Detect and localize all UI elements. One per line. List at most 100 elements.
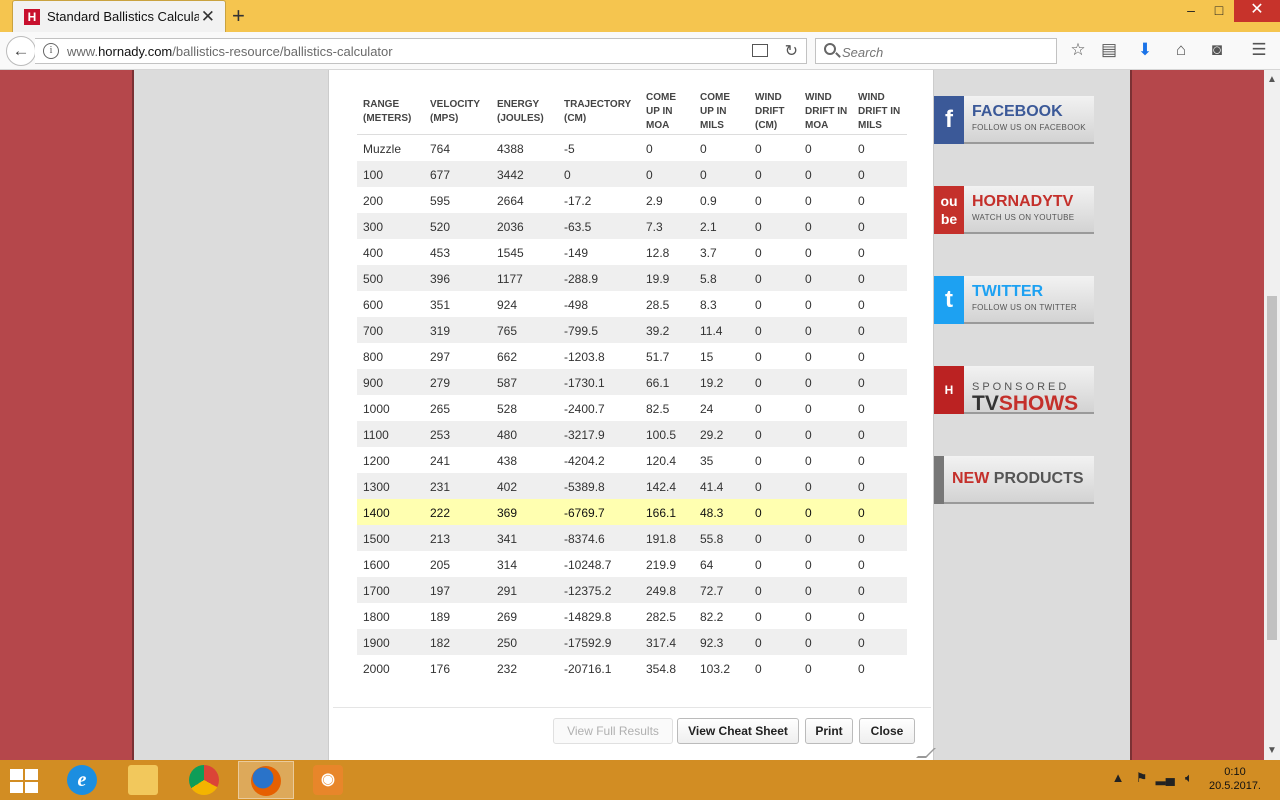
volume-icon[interactable]: 🔈︎	[1179, 770, 1199, 786]
youtube-icon: ou be	[934, 186, 964, 234]
table-cell: 354.8	[646, 662, 677, 676]
system-clock[interactable]: 0:10 20.5.2017.	[1202, 765, 1268, 793]
start-button[interactable]	[10, 769, 40, 793]
table-cell: 0	[805, 480, 812, 494]
new-products-icon	[934, 456, 944, 504]
column-header: WIND DRIFT IN MILS	[858, 91, 900, 133]
table-cell: 166.1	[646, 506, 677, 520]
table-row: 1500 213 341 -8374.6 191.8 55.8 0 0 0	[357, 525, 907, 551]
table-cell: 528	[497, 402, 518, 416]
table-cell: 1300	[363, 480, 390, 494]
back-button[interactable]: ←	[6, 36, 36, 66]
new-tab-button[interactable]: +	[232, 3, 245, 29]
taskbar-internet-explorer[interactable]: e	[54, 761, 110, 799]
close-window-button[interactable]: ✕	[1234, 0, 1280, 22]
maximize-button[interactable]: □	[1206, 0, 1232, 22]
table-cell: 0.9	[700, 194, 717, 208]
column-header-line: UP IN	[646, 106, 673, 117]
home-icon[interactable]: ⌂	[1170, 39, 1192, 61]
taskbar-chrome[interactable]	[176, 761, 232, 799]
action-center-flag-icon[interactable]: ⚑	[1132, 770, 1152, 786]
youtube-banner[interactable]: ou be HORNADYTV WATCH US ON YOUTUBE	[934, 186, 1094, 234]
table-row: 100 677 3442 0 0 0 0 0 0	[357, 161, 907, 187]
table-cell: 0	[805, 324, 812, 338]
table-cell: 0	[805, 454, 812, 468]
view-cheat-sheet-button[interactable]: View Cheat Sheet	[677, 718, 799, 744]
close-button[interactable]: Close	[859, 718, 915, 744]
view-full-results-button[interactable]: View Full Results	[553, 718, 673, 744]
scroll-thumb[interactable]	[1267, 296, 1277, 640]
table-cell: 2664	[497, 194, 524, 208]
twitter-banner[interactable]: t TWITTER FOLLOW US ON TWITTER	[934, 276, 1094, 324]
table-cell: 24	[700, 402, 714, 416]
show-hidden-icons-icon[interactable]: ▲	[1108, 770, 1128, 785]
reload-icon[interactable]: ↻	[785, 41, 798, 61]
table-cell: 677	[430, 168, 451, 182]
table-row: 600 351 924 -498 28.5 8.3 0 0 0	[357, 291, 907, 317]
pocket-icon[interactable]: ◙	[1206, 39, 1228, 61]
column-header: COME UP IN MOA	[646, 91, 676, 133]
column-header: TRAJECTORY (CM)	[564, 98, 631, 126]
table-cell: 0	[755, 454, 762, 468]
column-header-line: (CM)	[755, 120, 778, 131]
table-cell: 0	[755, 532, 762, 546]
url-bar[interactable]: i www.hornady.com/ballistics-resource/ba…	[35, 38, 807, 64]
column-header: WIND DRIFT (CM)	[755, 91, 784, 133]
bookmark-star-icon[interactable]: ☆	[1067, 39, 1089, 61]
taskbar-image-viewer[interactable]: ◉	[300, 761, 356, 799]
system-tray: ▲ ⚑ ▂▄ 🔈︎	[1108, 770, 1199, 790]
search-bar[interactable]	[815, 38, 1057, 64]
column-header: WIND DRIFT IN MOA	[805, 91, 847, 133]
download-icon[interactable]: ⬇	[1134, 39, 1156, 61]
table-cell: 92.3	[700, 636, 724, 650]
table-cell: 100.5	[646, 428, 677, 442]
table-cell: 0	[564, 168, 571, 182]
table-row: 900 279 587 -1730.1 66.1 19.2 0 0 0	[357, 369, 907, 395]
browser-tab[interactable]: H Standard Ballistics Calculato ✕	[12, 0, 226, 32]
taskbar-file-explorer[interactable]	[115, 761, 171, 799]
taskbar-firefox[interactable]	[238, 761, 294, 799]
table-cell: 0	[858, 194, 865, 208]
table-cell: 11.4	[700, 324, 723, 338]
browser-navbar: ← i www.hornady.com/ballistics-resource/…	[0, 32, 1280, 70]
table-cell: 438	[497, 454, 518, 468]
table-row: 700 319 765 -799.5 39.2 11.4 0 0 0	[357, 317, 907, 343]
new-products-banner[interactable]: NEW PRODUCTS	[934, 456, 1094, 504]
minimize-button[interactable]: –	[1178, 0, 1204, 22]
tv-shows-banner[interactable]: H SPONSORED TVSHOWS	[934, 366, 1094, 415]
search-input[interactable]	[842, 43, 1042, 61]
table-cell: 0	[858, 350, 865, 364]
tab-close-icon[interactable]: ✕	[201, 7, 215, 27]
twitter-icon: t	[934, 276, 964, 324]
tab-title: Standard Ballistics Calculato	[47, 9, 199, 24]
table-cell: 1600	[363, 558, 390, 572]
scroll-down-icon[interactable]: ▼	[1267, 745, 1277, 756]
table-cell: 72.7	[700, 584, 724, 598]
table-cell: 197	[430, 584, 451, 598]
column-header-line: WIND	[755, 92, 782, 103]
table-cell: 120.4	[646, 454, 677, 468]
column-header-line: WIND	[805, 92, 832, 103]
reader-view-icon[interactable]	[752, 44, 768, 57]
scroll-up-icon[interactable]: ▲	[1267, 74, 1277, 85]
column-header-line: COME	[646, 92, 676, 103]
table-cell: 0	[858, 272, 865, 286]
facebook-banner[interactable]: f FACEBOOK FOLLOW US ON FACEBOOK	[934, 96, 1094, 144]
page-scrollbar[interactable]: ▲ ▼	[1264, 70, 1280, 760]
table-cell: 1800	[363, 610, 390, 624]
table-cell: 64	[700, 558, 714, 572]
table-cell: 0	[755, 350, 762, 364]
info-icon[interactable]: i	[43, 43, 59, 59]
network-signal-icon[interactable]: ▂▄	[1155, 770, 1175, 786]
library-icon[interactable]: ▤	[1098, 39, 1120, 61]
table-cell: 222	[430, 506, 451, 520]
menu-icon[interactable]: ☰	[1248, 39, 1270, 61]
table-cell: 0	[755, 194, 762, 208]
table-cell: 205	[430, 558, 451, 572]
table-cell: 0	[858, 376, 865, 390]
print-button[interactable]: Print	[805, 718, 853, 744]
url-text[interactable]: www.hornady.com/ballistics-resource/ball…	[67, 44, 393, 59]
table-cell: 0	[805, 376, 812, 390]
resize-handle-icon[interactable]	[916, 748, 936, 758]
table-cell: 2000	[363, 662, 390, 676]
